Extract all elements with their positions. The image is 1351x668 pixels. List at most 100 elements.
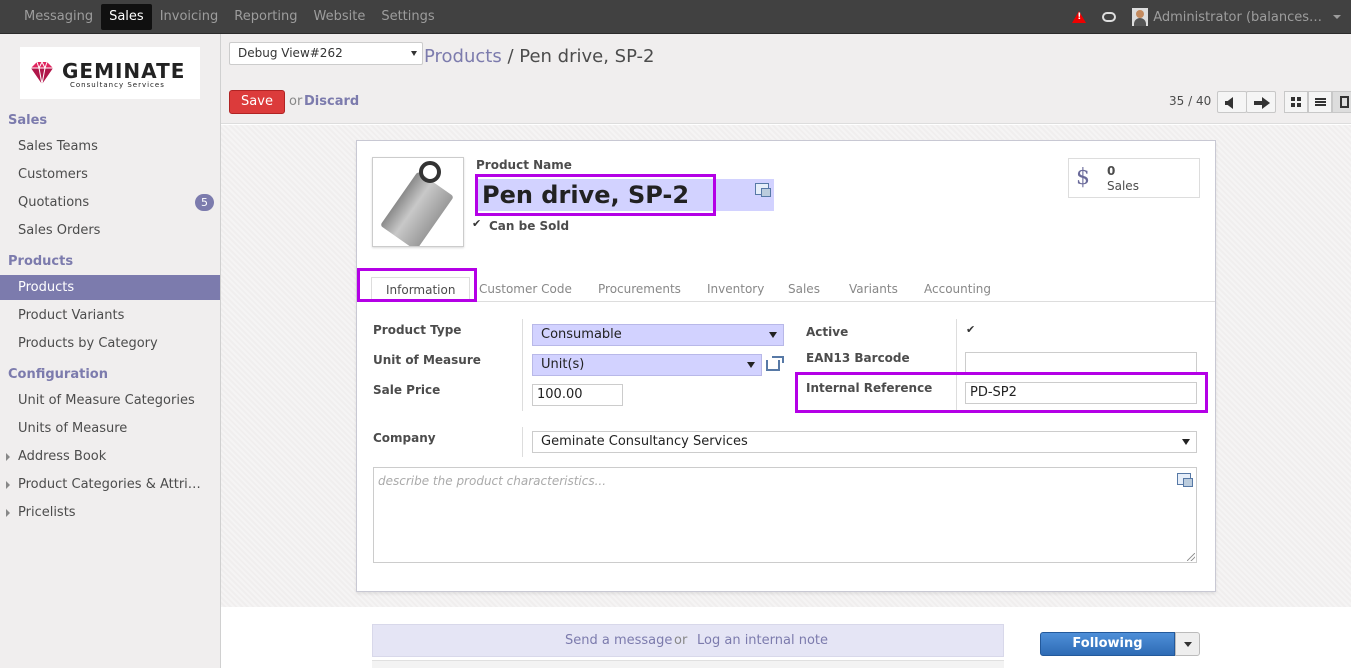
uom-label: Unit of Measure [373, 353, 481, 367]
chatter-composer-bar: Send a message or Log an internal note [372, 624, 1004, 657]
sidebar-item-label: Sales Teams [18, 139, 98, 154]
sidebar-item-product-categories[interactable]: Product Categories & Attri… [0, 472, 220, 497]
sidebar-item-sales-teams[interactable]: Sales Teams [0, 134, 220, 159]
field-separator [522, 319, 523, 411]
sidebar-item-quotations[interactable]: Quotations 5 [0, 190, 220, 215]
menu-sales[interactable]: Sales [101, 4, 152, 30]
tab-customer-code[interactable]: Customer Code [479, 277, 572, 301]
sidebar-item-pricelists[interactable]: Pricelists [0, 500, 220, 525]
sidebar-item-label: Sales Orders [18, 223, 101, 238]
ean13-label: EAN13 Barcode [806, 351, 910, 365]
pager-value: 35 / 40 [1169, 94, 1212, 108]
menu-reporting[interactable]: Reporting [226, 4, 305, 30]
top-navbar: Messaging Sales Invoicing Reporting Webs… [0, 0, 1351, 34]
menu-messaging[interactable]: Messaging [16, 4, 101, 30]
tab-procurements[interactable]: Procurements [598, 277, 681, 301]
user-name: Administrator (balances… [1153, 9, 1322, 25]
uom-value: Unit(s) [541, 357, 585, 372]
sidebar-item-units-of-measure[interactable]: Units of Measure [0, 416, 220, 441]
chevron-down-icon [411, 51, 417, 56]
sidebar-item-uom-categories[interactable]: Unit of Measure Categories [0, 388, 220, 413]
dollar-icon: $ [1076, 165, 1090, 190]
sidebar-item-product-variants[interactable]: Product Variants [0, 303, 220, 328]
sidebar-item-label: Products by Category [18, 336, 158, 351]
arrow-left-icon [1225, 97, 1233, 109]
sale-price-label: Sale Price [373, 383, 441, 397]
tab-sales[interactable]: Sales [788, 277, 820, 301]
menu-website[interactable]: Website [306, 4, 374, 30]
top-menu: Messaging Sales Invoicing Reporting Webs… [16, 0, 443, 34]
translate-icon[interactable] [1177, 473, 1193, 487]
debug-view-value: Debug View#262 [238, 46, 343, 60]
product-type-value: Consumable [541, 327, 622, 342]
expand-caret-icon [6, 453, 10, 461]
or-label: or [674, 633, 688, 648]
kanban-view-button[interactable] [1284, 91, 1308, 113]
sidebar-item-address-book[interactable]: Address Book [0, 444, 220, 469]
chatter-message-strip [372, 660, 1004, 668]
section-sales: Sales [8, 113, 48, 128]
kanban-icon [1291, 97, 1301, 107]
ean13-input[interactable] [965, 352, 1197, 374]
menu-settings[interactable]: Settings [373, 4, 442, 30]
followers-dropdown-button[interactable] [1175, 632, 1200, 656]
company-value: Geminate Consultancy Services [541, 434, 748, 449]
save-button[interactable]: Save [229, 90, 285, 114]
product-type-label: Product Type [373, 323, 462, 337]
active-checkbox[interactable] [965, 323, 977, 338]
sales-stat-button[interactable]: $ 0 Sales [1068, 158, 1200, 198]
translate-icon[interactable] [755, 183, 771, 197]
product-image[interactable] [372, 157, 464, 247]
company-label: Company [373, 431, 436, 445]
company-logo[interactable]: GEMINATE Consultancy Services [20, 47, 200, 99]
sidebar-item-label: Pricelists [18, 505, 76, 520]
tab-variants[interactable]: Variants [849, 277, 898, 301]
debug-view-select[interactable]: Debug View#262 [229, 42, 423, 65]
company-select[interactable]: Geminate Consultancy Services [532, 431, 1197, 453]
list-view-button[interactable] [1308, 91, 1332, 113]
annotation-highlight-tab [357, 268, 477, 302]
discard-button[interactable]: Discard [304, 94, 359, 109]
tab-inventory[interactable]: Inventory [707, 277, 764, 301]
description-textarea[interactable]: describe the product characteristics... [373, 467, 1197, 563]
product-type-select[interactable]: Consumable [532, 324, 784, 346]
breadcrumb-current: Pen drive, SP-2 [519, 46, 655, 67]
user-menu[interactable]: Administrator (balances… [1132, 8, 1341, 26]
list-icon [1315, 98, 1326, 107]
log-note-link[interactable]: Log an internal note [697, 633, 828, 648]
sidebar-item-products-by-category[interactable]: Products by Category [0, 331, 220, 356]
tab-accounting[interactable]: Accounting [924, 277, 991, 301]
breadcrumb-products-link[interactable]: Products [424, 46, 502, 67]
pen-drive-image [380, 171, 454, 246]
chat-icon[interactable] [1102, 12, 1117, 22]
section-configuration: Configuration [8, 367, 108, 382]
menu-invoicing[interactable]: Invoicing [152, 4, 227, 30]
description-placeholder: describe the product characteristics... [378, 474, 607, 488]
chevron-down-icon [1182, 439, 1190, 445]
pager-previous-button[interactable] [1217, 91, 1247, 113]
external-link-icon[interactable] [766, 356, 784, 371]
count-badge: 5 [195, 194, 214, 211]
form-icon [1340, 96, 1349, 108]
send-message-link[interactable]: Send a message [565, 633, 672, 648]
following-button[interactable]: Following [1040, 632, 1175, 656]
form-view-button[interactable] [1332, 91, 1351, 113]
sales-count: 0 [1107, 164, 1116, 178]
annotation-highlight-reference [795, 372, 1208, 413]
sale-price-input[interactable]: 100.00 [532, 384, 623, 406]
product-name-label: Product Name [476, 158, 572, 172]
expand-caret-icon [6, 481, 10, 489]
sidebar-item-products[interactable]: Products [0, 275, 220, 300]
sidebar-item-customers[interactable]: Customers [0, 162, 220, 187]
warning-icon[interactable] [1072, 11, 1087, 23]
arrow-right-icon [1254, 97, 1270, 109]
sidebar-item-label: Units of Measure [18, 421, 128, 436]
resize-handle-icon[interactable] [1187, 553, 1195, 561]
or-label: or [289, 94, 303, 109]
uom-select[interactable]: Unit(s) [532, 354, 762, 376]
diamond-logo-icon [31, 60, 53, 85]
sidebar-item-sales-orders[interactable]: Sales Orders [0, 218, 220, 243]
top-right-tools: Administrator (balances… [1072, 0, 1341, 34]
can-be-sold-checkbox[interactable] [471, 217, 483, 232]
pager-next-button[interactable] [1246, 91, 1276, 113]
